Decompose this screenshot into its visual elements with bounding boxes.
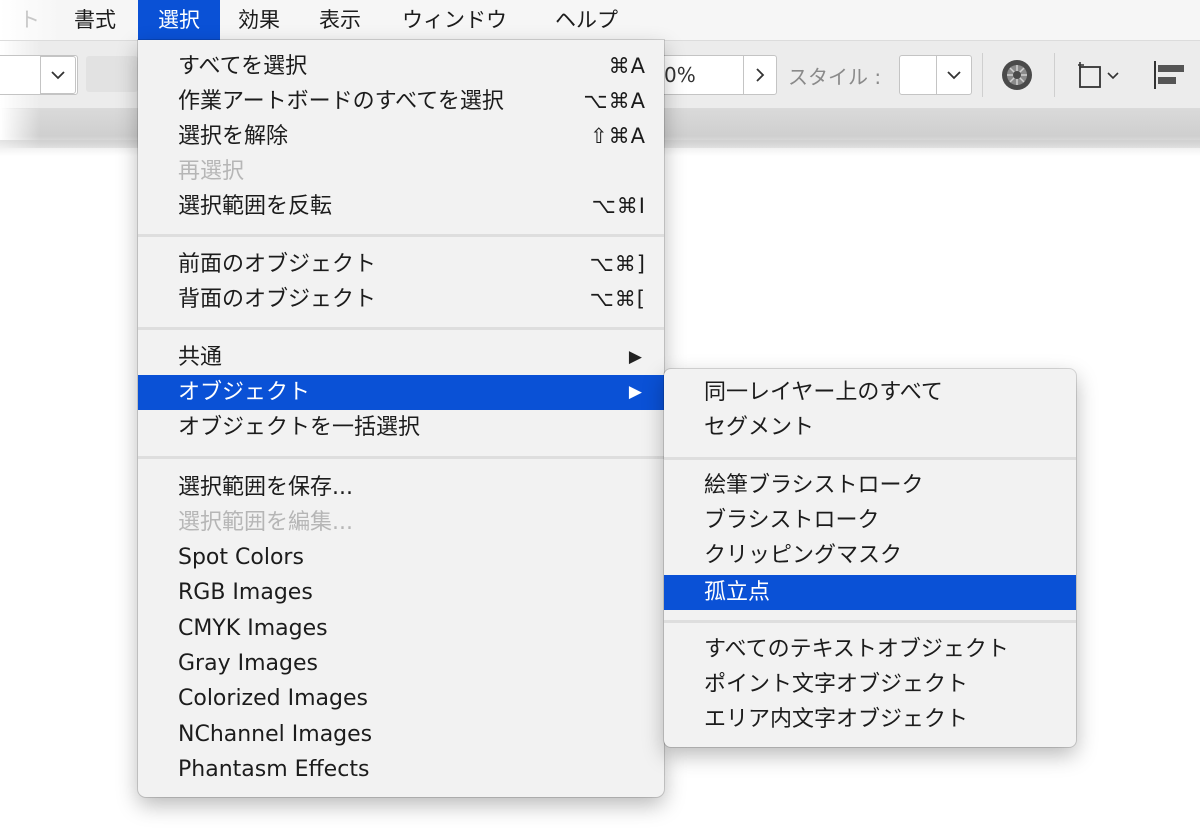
submenu-item-blob-brush-strokes[interactable]: 絵筆ブラシストローク xyxy=(664,468,1076,503)
submenu-item-stray-points[interactable]: 孤立点 xyxy=(664,575,1076,610)
shortcut: ⇧⌘A xyxy=(590,124,646,148)
menu-item-deselect[interactable]: 選択を解除 ⇧⌘A xyxy=(138,119,664,154)
transform-icon[interactable] xyxy=(1076,59,1126,91)
menu-item-reselect: 再選択 xyxy=(178,159,245,184)
style-swatch[interactable] xyxy=(899,55,937,95)
menu-bar-item-type[interactable]: 書式 xyxy=(74,0,116,40)
submenu-item-clipping-masks[interactable]: クリッピングマスク xyxy=(664,538,1076,573)
shortcut: ⌥⌘[ xyxy=(589,287,646,311)
toolbar-divider xyxy=(982,53,983,97)
menu-item-rgb-images[interactable]: RGB Images xyxy=(138,575,664,610)
recolor-icon[interactable] xyxy=(1000,58,1034,92)
submenu-arrow-icon: ▶ xyxy=(628,382,642,402)
menu-item-next-object-below[interactable]: 背面のオブジェクト ⌥⌘[ xyxy=(138,282,664,317)
toolbar-divider xyxy=(1054,53,1055,97)
menu-separator xyxy=(664,620,1076,623)
style-label: スタイル : xyxy=(788,65,882,89)
menu-item-gray-images[interactable]: Gray Images xyxy=(138,646,664,681)
menu-item-phantasm-effects[interactable]: Phantasm Effects xyxy=(138,752,664,787)
menu-item-object[interactable]: オブジェクト ▶ xyxy=(138,375,664,410)
menu-item-save-selection[interactable]: 選択範囲を保存... xyxy=(138,470,664,505)
menu-item-select-all-artboard[interactable]: 作業アートボードのすべてを選択 ⌥⌘A xyxy=(138,84,664,119)
submenu-item-segments[interactable]: セグメント xyxy=(664,410,1076,445)
menu-bar-item-select[interactable]: 選択 xyxy=(138,0,220,40)
menu-bar-item-effect[interactable]: 効果 xyxy=(238,0,280,40)
shortcut: ⌥⌘I xyxy=(591,194,646,218)
chevron-right-icon[interactable] xyxy=(743,55,777,95)
submenu-item-all-text-objects[interactable]: すべてのテキストオブジェクト xyxy=(664,632,1076,667)
menu-item-inverse[interactable]: 選択範囲を反転 ⌥⌘I xyxy=(138,189,664,224)
menu-bar: ト 書式 選択 効果 表示 ウィンドウ ヘルプ xyxy=(0,0,1200,40)
submenu-item-all-on-same-layer[interactable]: 同一レイヤー上のすべて xyxy=(664,375,1076,410)
menu-separator xyxy=(138,234,664,237)
shortcut: ⌘A xyxy=(608,54,646,78)
menu-item-same[interactable]: 共通 ▶ xyxy=(138,340,664,375)
menu-item-colorized-images[interactable]: Colorized Images xyxy=(138,681,664,716)
menu-item-nchannel-images[interactable]: NChannel Images xyxy=(138,717,664,752)
menu-item-next-object-above[interactable]: 前面のオブジェクト ⌥⌘] xyxy=(138,247,664,282)
opacity-value: 0% xyxy=(664,63,696,87)
align-icon[interactable] xyxy=(1150,59,1190,91)
shortcut: ⌥⌘] xyxy=(589,252,646,276)
menu-bar-item-truncated[interactable]: ト xyxy=(0,0,40,40)
menu-item-edit-selection: 選択範囲を編集... xyxy=(178,510,353,535)
menu-separator xyxy=(138,327,664,330)
left-dropdown-chevron-down-icon[interactable] xyxy=(40,56,76,94)
menu-item-spot-colors[interactable]: Spot Colors xyxy=(138,540,664,575)
submenu-item-point-type-objects[interactable]: ポイント文字オブジェクト xyxy=(664,667,1076,702)
menu-item-object-bulk-select[interactable]: オブジェクトを一括選択 xyxy=(138,410,664,445)
shortcut: ⌥⌘A xyxy=(583,89,646,113)
menu-item-cmyk-images[interactable]: CMYK Images xyxy=(138,611,664,646)
submenu-item-area-type-objects[interactable]: エリア内文字オブジェクト xyxy=(664,702,1076,737)
menu-separator xyxy=(664,457,1076,460)
menu-bar-item-window[interactable]: ウィンドウ xyxy=(402,0,507,40)
style-chevron-down-icon[interactable] xyxy=(936,55,972,95)
menu-bar-item-view[interactable]: 表示 xyxy=(319,0,361,40)
menu-separator xyxy=(138,456,664,459)
submenu-item-brush-strokes[interactable]: ブラシストローク xyxy=(664,503,1076,538)
select-menu: すべてを選択 ⌘A 作業アートボードのすべてを選択 ⌥⌘A 選択を解除 ⇧⌘A … xyxy=(138,40,664,797)
toolbar-field-bg xyxy=(86,56,138,92)
object-submenu: 同一レイヤー上のすべて セグメント 絵筆ブラシストローク ブラシストローク クリ… xyxy=(664,369,1076,747)
submenu-arrow-icon: ▶ xyxy=(628,347,642,367)
menu-bar-item-help[interactable]: ヘルプ xyxy=(555,0,618,40)
menu-item-select-all[interactable]: すべてを選択 ⌘A xyxy=(138,49,664,84)
